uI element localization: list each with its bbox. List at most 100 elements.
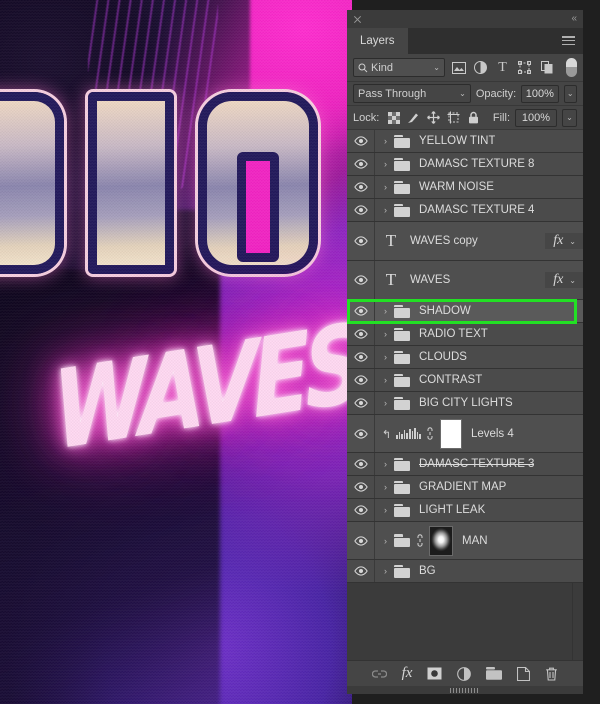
- layer-row[interactable]: › LIGHT LEAK: [347, 499, 583, 522]
- layer-row[interactable]: › BIG CITY LIGHTS: [347, 392, 583, 415]
- layer-content-cell[interactable]: › SHADOW: [375, 304, 583, 318]
- document-canvas[interactable]: WAVES: [0, 0, 352, 704]
- layer-row[interactable]: › CONTRAST: [347, 369, 583, 392]
- layer-name[interactable]: WAVES copy: [410, 235, 478, 247]
- visibility-eye-icon[interactable]: [353, 482, 368, 492]
- layer-row[interactable]: › GRADIENT MAP: [347, 476, 583, 499]
- group-expand-chevron-icon[interactable]: ›: [381, 398, 390, 408]
- layer-name[interactable]: YELLOW TINT: [419, 135, 495, 147]
- layer-name[interactable]: CONTRAST: [419, 374, 482, 386]
- layer-row[interactable]: › SHADOW: [347, 300, 583, 323]
- add-layer-style-icon[interactable]: fx: [402, 665, 413, 682]
- layer-mask-thumbnail[interactable]: [439, 418, 462, 449]
- layer-visibility-cell[interactable]: [347, 323, 375, 345]
- layer-mask-thumbnail[interactable]: [429, 525, 453, 556]
- layer-effects-cell[interactable]: fx ⌄: [545, 272, 583, 288]
- layer-content-cell[interactable]: › DAMASC TEXTURE 8: [375, 157, 583, 171]
- filter-kind-select[interactable]: Kind ⌄: [353, 58, 445, 77]
- layer-name[interactable]: WARM NOISE: [419, 181, 494, 193]
- visibility-eye-icon[interactable]: [353, 275, 368, 285]
- visibility-eye-icon[interactable]: [353, 566, 368, 576]
- layer-row[interactable]: › DAMASC TEXTURE 3: [347, 453, 583, 476]
- layer-visibility-cell[interactable]: [347, 453, 375, 475]
- layer-content-cell[interactable]: › DAMASC TEXTURE 4: [375, 203, 583, 217]
- lock-all-icon[interactable]: [467, 111, 480, 124]
- panel-menu-icon[interactable]: [562, 36, 575, 45]
- type-layer-filter-icon[interactable]: T: [494, 59, 511, 76]
- opacity-stepper[interactable]: ⌄: [563, 84, 577, 103]
- layer-effects-cell[interactable]: fx ⌄: [545, 233, 583, 249]
- visibility-eye-icon[interactable]: [353, 352, 368, 362]
- layer-name[interactable]: BG: [419, 565, 436, 577]
- visibility-eye-icon[interactable]: [353, 136, 368, 146]
- layer-row[interactable]: › DAMASC TEXTURE 8: [347, 153, 583, 176]
- layer-row[interactable]: › RADIO TEXT: [347, 323, 583, 346]
- visibility-eye-icon[interactable]: [353, 428, 368, 439]
- smart-object-filter-icon[interactable]: [538, 59, 555, 76]
- layer-visibility-cell[interactable]: [347, 130, 375, 152]
- visibility-eye-icon[interactable]: [353, 398, 368, 408]
- layer-content-cell[interactable]: › BIG CITY LIGHTS: [375, 396, 583, 410]
- lock-position-icon[interactable]: [427, 111, 441, 124]
- layer-row[interactable]: › WARM NOISE: [347, 176, 583, 199]
- group-expand-chevron-icon[interactable]: ›: [381, 375, 390, 385]
- layer-row[interactable]: › MAN: [347, 522, 583, 560]
- layer-name[interactable]: LIGHT LEAK: [419, 504, 485, 516]
- group-expand-chevron-icon[interactable]: ›: [381, 306, 390, 316]
- new-layer-icon[interactable]: [517, 666, 531, 681]
- lock-artboard-icon[interactable]: [447, 111, 460, 124]
- layer-name[interactable]: BIG CITY LIGHTS: [419, 397, 513, 409]
- layer-content-cell[interactable]: › BG: [375, 564, 583, 578]
- link-mask-icon[interactable]: [414, 534, 425, 547]
- group-expand-chevron-icon[interactable]: ›: [381, 136, 390, 146]
- layer-row[interactable]: T WAVES fx ⌄: [347, 261, 583, 300]
- link-mask-icon[interactable]: [425, 427, 436, 440]
- layer-content-cell[interactable]: › LIGHT LEAK: [375, 503, 583, 517]
- group-expand-chevron-icon[interactable]: ›: [381, 182, 390, 192]
- layer-row[interactable]: › YELLOW TINT: [347, 130, 583, 153]
- layer-visibility-cell[interactable]: [347, 392, 375, 414]
- layer-visibility-cell[interactable]: [347, 476, 375, 498]
- shape-layer-filter-icon[interactable]: [516, 59, 533, 76]
- visibility-eye-icon[interactable]: [353, 182, 368, 192]
- filter-enable-toggle[interactable]: [566, 58, 577, 77]
- group-expand-chevron-icon[interactable]: ›: [381, 566, 390, 576]
- adjustment-layer-filter-icon[interactable]: [472, 59, 489, 76]
- group-expand-chevron-icon[interactable]: ›: [381, 536, 390, 546]
- new-group-icon[interactable]: [486, 667, 503, 680]
- layer-visibility-cell[interactable]: [347, 369, 375, 391]
- layer-effects-fx-icon[interactable]: fx: [553, 272, 563, 288]
- layer-content-cell[interactable]: › GRADIENT MAP: [375, 480, 583, 494]
- lock-image-pixels-icon[interactable]: [407, 111, 420, 124]
- layer-content-cell[interactable]: › DAMASC TEXTURE 3: [375, 457, 583, 471]
- layer-name[interactable]: Levels 4: [471, 428, 514, 440]
- group-expand-chevron-icon[interactable]: ›: [381, 459, 390, 469]
- layer-row[interactable]: › DAMASC TEXTURE 4: [347, 199, 583, 222]
- layer-visibility-cell[interactable]: [347, 522, 375, 559]
- visibility-eye-icon[interactable]: [353, 159, 368, 169]
- layer-visibility-cell[interactable]: [347, 176, 375, 198]
- layer-name[interactable]: MAN: [462, 535, 488, 547]
- layer-visibility-cell[interactable]: [347, 560, 375, 582]
- layer-name[interactable]: RADIO TEXT: [419, 328, 488, 340]
- layer-content-cell[interactable]: ↳ Levels 4: [375, 418, 583, 449]
- layer-visibility-cell[interactable]: [347, 199, 375, 221]
- add-layer-mask-icon[interactable]: [427, 667, 442, 680]
- fill-stepper[interactable]: ⌄: [562, 108, 577, 127]
- layer-name[interactable]: WAVES: [410, 274, 450, 286]
- visibility-eye-icon[interactable]: [353, 375, 368, 385]
- chevron-down-icon[interactable]: ⌄: [569, 237, 576, 246]
- group-expand-chevron-icon[interactable]: ›: [381, 352, 390, 362]
- layer-content-cell[interactable]: › YELLOW TINT: [375, 134, 583, 148]
- visibility-eye-icon[interactable]: [353, 306, 368, 316]
- layer-content-cell[interactable]: T WAVES copy fx ⌄: [375, 231, 583, 251]
- visibility-eye-icon[interactable]: [353, 205, 368, 215]
- new-adjustment-layer-icon[interactable]: [457, 666, 472, 681]
- layer-effects-fx-icon[interactable]: fx: [553, 233, 563, 249]
- lock-transparent-pixels-icon[interactable]: [387, 111, 400, 124]
- layer-content-cell[interactable]: › WARM NOISE: [375, 180, 583, 194]
- visibility-eye-icon[interactable]: [353, 329, 368, 339]
- layer-content-cell[interactable]: › CLOUDS: [375, 350, 583, 364]
- layer-visibility-cell[interactable]: [347, 346, 375, 368]
- layer-row[interactable]: ↳ Levels 4: [347, 415, 583, 453]
